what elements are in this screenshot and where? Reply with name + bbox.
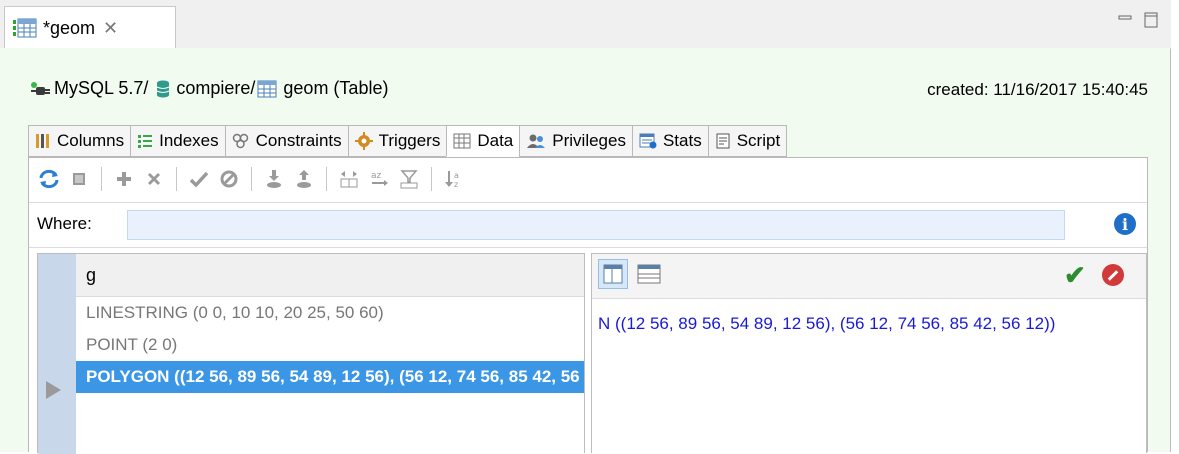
tab-privileges[interactable]: Privileges (519, 125, 632, 157)
script-icon (715, 133, 731, 149)
column-header-g[interactable]: g (76, 254, 584, 297)
gear-icon (354, 132, 373, 150)
editor-property-tabs: Columns Indexes Constraints Triggers Dat… (28, 125, 788, 158)
table-editor-panel: MySQL 5.7/ compiere/ geom (Table) create… (0, 48, 1170, 454)
apply-check-icon[interactable]: ✔ (1064, 260, 1086, 291)
import-icon[interactable] (262, 167, 286, 191)
add-row-icon[interactable] (112, 167, 136, 191)
toolbar-separator (431, 167, 432, 191)
tab-label: Data (477, 131, 514, 150)
tab-indexes[interactable]: Indexes (130, 125, 225, 157)
maximize-icon[interactable] (1144, 12, 1158, 33)
constraints-icon (232, 133, 250, 149)
columns-icon (35, 133, 51, 149)
tab-triggers[interactable]: Triggers (347, 125, 447, 157)
svg-text:z: z (454, 180, 458, 189)
cancel-icon[interactable] (1102, 264, 1124, 286)
table-icon (257, 80, 277, 98)
indexes-icon (137, 133, 153, 149)
results-grid: g LINESTRING (0 0, 10 10, 20 25, 50 60) … (37, 253, 585, 454)
editor-window: *geom ✕ MySQL 5.7/ compiere/ geom (Table… (0, 0, 1171, 454)
export-icon[interactable] (292, 167, 316, 191)
editor-tab-bar: *geom ✕ (0, 0, 1171, 49)
toolbar-separator (101, 167, 102, 191)
info-icon[interactable]: i (1114, 213, 1136, 235)
where-input[interactable] (127, 210, 1065, 240)
table-icon (13, 18, 37, 38)
stop-icon[interactable] (67, 167, 91, 191)
text-view-icon[interactable] (598, 259, 628, 289)
value-viewer-toolbar: ✔ (592, 254, 1146, 299)
editor-tab-geom[interactable]: *geom ✕ (4, 6, 176, 49)
sort-az-icon[interactable]: az (367, 167, 391, 191)
where-label: Where: (37, 214, 92, 233)
created-timestamp: created: 11/16/2017 15:40:45 (927, 80, 1148, 99)
tab-label: Stats (662, 131, 702, 150)
save-check-icon[interactable] (187, 167, 211, 191)
breadcrumb-table[interactable]: geom (Table) (283, 78, 388, 99)
breadcrumb-database[interactable]: compiere/ (176, 78, 255, 99)
sort-order-icon[interactable]: az (442, 167, 466, 191)
tab-label: Columns (57, 131, 125, 150)
row-header-column (38, 254, 76, 454)
table-row[interactable]: LINESTRING (0 0, 10 10, 20 25, 50 60) (76, 297, 584, 329)
filter-icon[interactable] (397, 167, 421, 191)
svg-text:a: a (454, 171, 459, 180)
breadcrumb-connection[interactable]: MySQL 5.7/ (54, 78, 148, 99)
value-viewer-panel: ✔ N ((12 56, 89 56, 54 89, 12 56), (56 1… (591, 253, 1147, 453)
cancel-changes-icon[interactable] (217, 167, 241, 191)
breadcrumb: MySQL 5.7/ compiere/ geom (Table) (30, 78, 388, 99)
refresh-icon[interactable] (37, 167, 61, 191)
data-tab-content: az az Where: i g LINESTRING (0 0, 10 10,… (28, 157, 1148, 454)
tab-script[interactable]: Script (707, 125, 788, 157)
tab-label: Privileges (552, 131, 626, 150)
column-width-icon[interactable] (337, 167, 361, 191)
grid-column-g: g LINESTRING (0 0, 10 10, 20 25, 50 60) … (76, 254, 584, 393)
panel-layout-icon[interactable] (634, 259, 664, 289)
toolbar-separator (326, 167, 327, 191)
tab-label: Triggers (378, 131, 441, 150)
data-toolbar: az az (37, 164, 466, 194)
delete-row-icon[interactable] (142, 167, 166, 191)
tab-columns[interactable]: Columns (28, 125, 131, 157)
tab-label: Script (736, 131, 781, 150)
data-grid-icon (453, 133, 471, 149)
current-row-indicator-icon (46, 381, 61, 399)
close-icon[interactable]: ✕ (103, 18, 118, 39)
database-icon (156, 80, 170, 98)
minimize-icon[interactable] (1118, 12, 1132, 31)
toolbar-separator (251, 167, 252, 191)
stats-icon (639, 133, 657, 149)
geometry-value-text[interactable]: N ((12 56, 89 56, 54 89, 12 56), (56 12,… (598, 314, 1055, 334)
tab-stats[interactable]: Stats (631, 125, 708, 157)
tab-constraints[interactable]: Constraints (224, 125, 348, 157)
table-row-selected[interactable]: POLYGON ((12 56, 89 56, 54 89, 12 56), (… (76, 361, 584, 393)
tab-data[interactable]: Data (446, 125, 520, 157)
where-filter-row: Where: i (29, 202, 1147, 248)
tab-label: Constraints (255, 131, 342, 150)
mysql-connection-icon (30, 80, 52, 98)
users-icon (526, 133, 546, 149)
editor-tab-title: *geom (43, 17, 96, 38)
toolbar-separator (176, 167, 177, 191)
svg-text:az: az (371, 171, 382, 181)
table-row[interactable]: POINT (2 0) (76, 329, 584, 361)
tab-label: Indexes (159, 131, 219, 150)
